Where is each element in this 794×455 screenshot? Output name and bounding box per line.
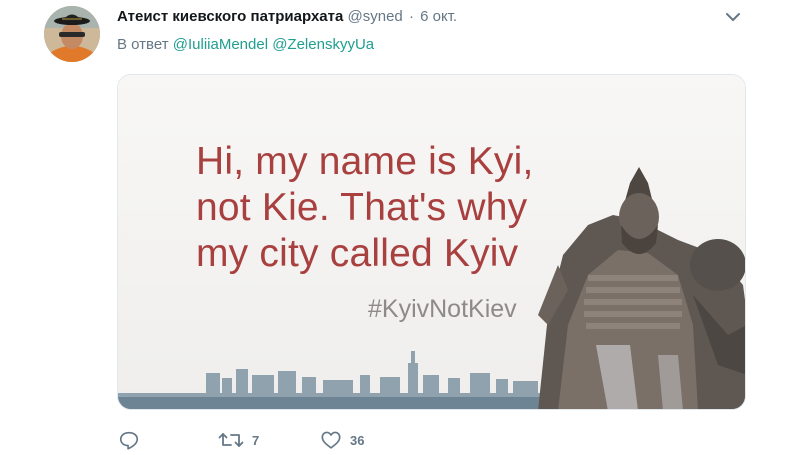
reply-button[interactable]: [118, 428, 148, 452]
tweet-header: Атеист киевского патриархата @syned · 6 …: [117, 7, 457, 27]
reply-context: В ответ @IuliiaMendel @ZelenskyyUa: [117, 35, 374, 55]
tweet-time[interactable]: 6 окт.: [420, 8, 457, 25]
image-text-line: my city called Kyiv: [196, 232, 519, 275]
image-caption: Hi, my name is Kyi, not Kie. That's why …: [196, 139, 556, 277]
author-handle[interactable]: @syned: [348, 8, 403, 25]
image-text-line: Hi, my name is Kyi,: [196, 140, 534, 183]
heart-icon: [321, 431, 341, 449]
retweet-button[interactable]: 7: [218, 428, 259, 452]
avatar[interactable]: [44, 6, 100, 62]
author-name[interactable]: Атеист киевского патриархата: [117, 8, 343, 25]
reply-icon: [119, 431, 139, 450]
reply-prefix: В ответ: [117, 36, 169, 53]
tweet-image[interactable]: Hi, my name is Kyi, not Kie. That's why …: [117, 74, 746, 410]
like-button[interactable]: 36: [320, 428, 364, 452]
mention-link[interactable]: @IuliiaMendel: [173, 36, 268, 53]
avatar-image: [44, 6, 100, 62]
retweet-icon: [218, 433, 244, 447]
chevron-down-icon[interactable]: [724, 9, 742, 25]
image-hashtag: #KyivNotKiev: [368, 295, 517, 323]
image-text-line: not Kie. That's why: [196, 186, 528, 229]
tweet[interactable]: Атеист киевского патриархата @syned · 6 …: [0, 0, 794, 455]
like-count: 36: [350, 432, 365, 448]
separator-dot: ·: [408, 8, 414, 25]
retweet-count: 7: [252, 432, 260, 448]
mention-link[interactable]: @ZelenskyyUa: [272, 36, 374, 53]
